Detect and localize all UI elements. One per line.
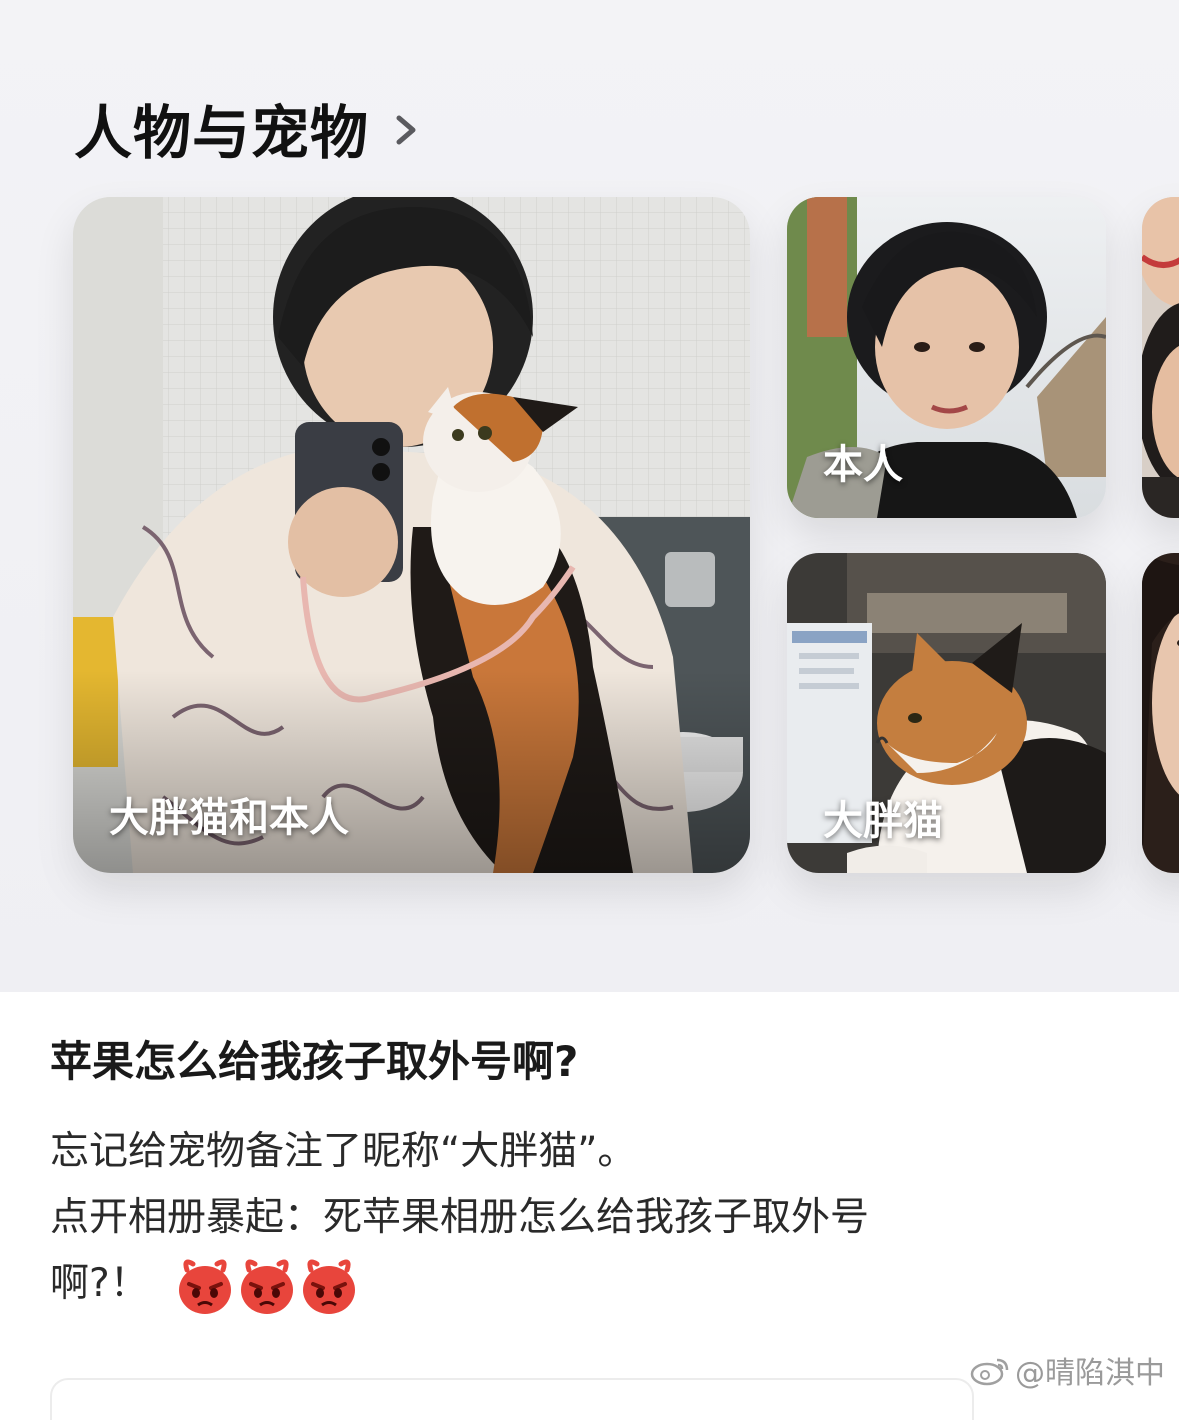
chevron-right-icon — [396, 115, 416, 145]
pet-card-cat[interactable]: 大胖猫 — [787, 553, 1106, 873]
person-card-peek-top[interactable] — [1142, 197, 1179, 518]
person-card-self[interactable]: 本人 — [787, 197, 1106, 518]
card-label-cat-and-self: 大胖猫和本人 — [109, 795, 349, 841]
people-and-pets-section: 人物与宠物 大胖猫和本人 本人 大胖猫 — [0, 0, 1179, 992]
person-card-peek-bottom[interactable] — [1142, 553, 1179, 873]
watermark: @晴陷淇中 — [969, 1348, 1165, 1392]
angry-face-icon — [179, 1259, 232, 1314]
photo-person-peek-bottom — [1142, 553, 1179, 873]
card-label-cat: 大胖猫 — [823, 798, 943, 844]
post-text-line-3-wrap: 啊?！ — [50, 1252, 1140, 1316]
angry-face-icon — [303, 1259, 356, 1314]
photo-person-peek-top — [1142, 197, 1179, 518]
watermark-text: @晴陷淇中 — [1015, 1356, 1165, 1391]
angry-face-icon — [241, 1259, 294, 1314]
photo-woman-and-cat — [73, 197, 750, 873]
section-header[interactable]: 人物与宠物 — [74, 86, 421, 170]
emoji-row — [175, 1256, 359, 1316]
post-title: 苹果怎么给我孩子取外号啊? — [50, 1037, 579, 1086]
post-text-line-2: 点开相册暴起：死苹果相册怎么给我孩子取外号 — [50, 1195, 870, 1240]
comment-box-edge — [50, 1378, 974, 1420]
section-title: 人物与宠物 — [74, 99, 370, 167]
post-text-line-3: 啊?！ — [50, 1261, 149, 1306]
post-body: 苹果怎么给我孩子取外号啊? 忘记给宠物备注了昵称“大胖猫”。 点开相册暴起：死苹… — [50, 1026, 1140, 1316]
weibo-logo-icon — [970, 1358, 1009, 1386]
person-pet-card-main[interactable]: 大胖猫和本人 — [73, 197, 750, 873]
post-text-line-1: 忘记给宠物备注了昵称“大胖猫”。 — [50, 1129, 637, 1174]
card-label-self: 本人 — [823, 442, 903, 488]
